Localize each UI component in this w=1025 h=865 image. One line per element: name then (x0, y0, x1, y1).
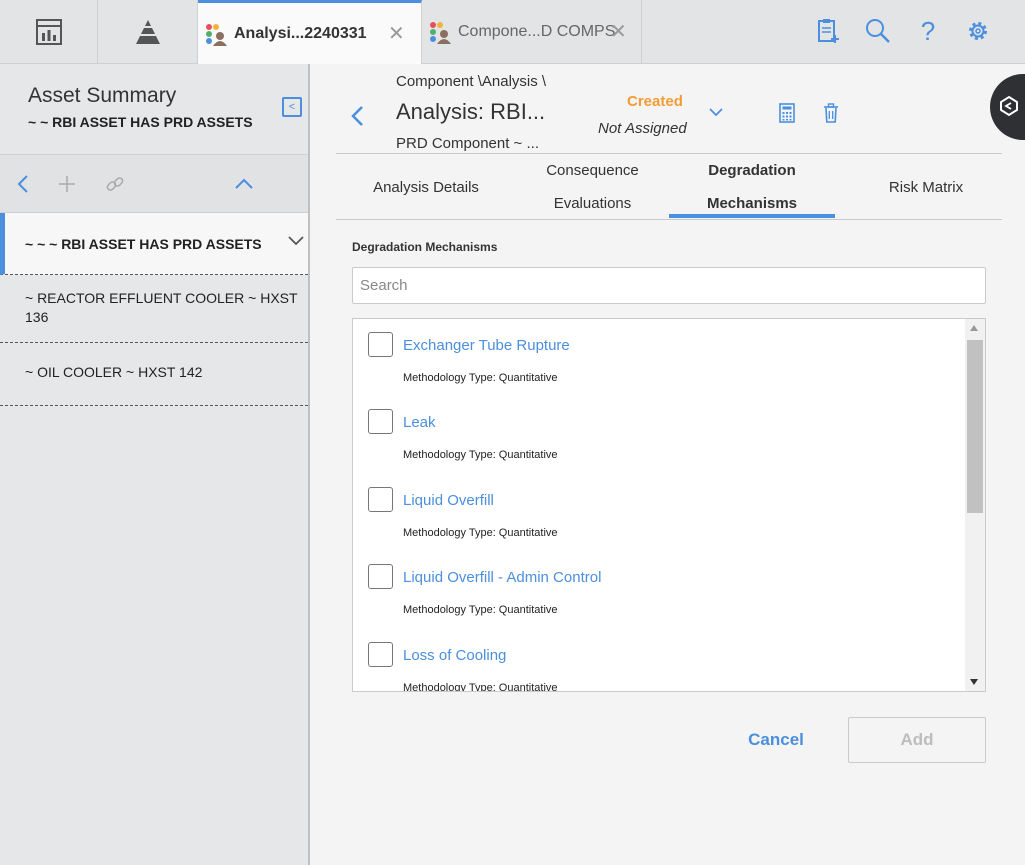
tab-analysis[interactable]: Analysi...2240331 ✕ (198, 0, 422, 64)
calculator-icon (779, 103, 795, 123)
tree-item-oil-cooler[interactable]: ~ OIL COOLER ~ HXST 142 (0, 343, 308, 406)
active-tab-indicator (669, 214, 835, 218)
plus-icon (59, 176, 75, 192)
page-title: Analysis: RBI... (396, 99, 546, 124)
checkbox[interactable] (368, 409, 393, 434)
tab-component[interactable]: Compone...D COMPS ✕ (422, 0, 642, 63)
mechanism-name-link[interactable]: Loss of Cooling (403, 647, 506, 664)
state-dropdown-button[interactable] (708, 104, 724, 122)
tree-item-label: ~ ~ ~ RBI ASSET HAS PRD ASSETS (25, 235, 262, 252)
breadcrumb: Component \Analysis \ (396, 73, 547, 90)
close-icon[interactable]: ✕ (610, 19, 627, 44)
trash-icon (824, 103, 838, 123)
link-icon (106, 177, 124, 191)
cancel-button[interactable]: Cancel (716, 717, 836, 763)
list-item: Leak Methodology Type: Quantitative (353, 396, 963, 474)
tab-analysis-details[interactable]: Analysis Details (336, 154, 516, 220)
mechanism-list: Exchanger Tube Rupture Methodology Type:… (352, 318, 986, 692)
close-icon[interactable]: ✕ (388, 21, 405, 46)
tree-link-button[interactable] (100, 169, 130, 199)
checkbox[interactable] (368, 564, 393, 589)
tab-label: Compone...D COMPS (458, 22, 616, 40)
page-subtitle: PRD Component ~ ... (396, 135, 539, 152)
asset-hierarchy-button[interactable] (98, 0, 198, 63)
analysis-tabs: Analysis Details Consequence Evaluations … (336, 154, 1002, 220)
methodology-text: Methodology Type: Quantitative (403, 372, 558, 384)
tab-label: Risk Matrix (888, 178, 964, 196)
tree-add-button[interactable] (52, 169, 82, 199)
list-item: Exchanger Tube Rupture Methodology Type:… (353, 319, 963, 397)
chevron-down-icon[interactable] (287, 235, 305, 247)
methodology-text: Methodology Type: Quantitative (403, 449, 558, 461)
checkbox[interactable] (368, 332, 393, 357)
tree-item-label: ~ OIL COOLER ~ HXST 142 (25, 364, 203, 380)
list-item: Loss of Cooling Methodology Type: Quanti… (353, 629, 963, 692)
mechanism-name-link[interactable]: Exchanger Tube Rupture (403, 337, 570, 354)
checkbox[interactable] (368, 487, 393, 512)
tab-consequence-evaluations[interactable]: Consequence Evaluations (516, 154, 669, 220)
search-button[interactable] (863, 16, 893, 46)
tab-degradation-mechanisms[interactable]: Degradation Mechanisms (669, 154, 835, 220)
settings-button[interactable] (963, 16, 993, 46)
add-button[interactable]: Add (848, 717, 986, 763)
pyramid-icon (135, 19, 160, 44)
asset-summary-subtitle: ~ ~ RBI ASSET HAS PRD ASSETS (28, 114, 253, 130)
tree-collapse-button[interactable] (229, 169, 259, 199)
asset-summary-header: Asset Summary ~ ~ RBI ASSET HAS PRD ASSE… (0, 64, 308, 155)
tab-label: Analysi...2240331 (234, 24, 367, 42)
component-tab-icon (430, 21, 451, 44)
chevron-left-icon (351, 106, 363, 126)
asset-summary-panel: Asset Summary ~ ~ RBI ASSET HAS PRD ASSE… (0, 64, 310, 865)
scroll-down-icon[interactable] (970, 679, 978, 685)
tab-label: Analysis Details (373, 178, 479, 196)
section-label: Degradation Mechanisms (352, 240, 498, 254)
scroll-up-icon[interactable] (970, 325, 978, 331)
clipboard-add-button[interactable] (813, 16, 843, 46)
gear-icon (969, 22, 987, 40)
delete-button[interactable] (820, 102, 842, 124)
search-input[interactable] (352, 267, 986, 304)
clipboard-add-icon (818, 19, 839, 43)
side-panel-toggle[interactable] (990, 74, 1025, 140)
tree-toolbar (0, 155, 308, 213)
mechanism-name-link[interactable]: Liquid Overfill - Admin Control (403, 569, 601, 586)
collapse-left-icon: < (288, 101, 296, 113)
methodology-text: Methodology Type: Quantitative (403, 527, 558, 539)
methodology-text: Methodology Type: Quantitative (403, 604, 558, 616)
state-label: Created (627, 93, 683, 110)
dashboard-icon (35, 18, 62, 45)
search-icon (866, 19, 890, 43)
assignment-label: Not Assigned (598, 120, 687, 137)
calculate-button[interactable] (776, 102, 798, 124)
main-content: Component \Analysis \ Analysis: RBI... P… (312, 64, 1025, 865)
back-button[interactable] (350, 104, 364, 133)
tab-label: Degradation (708, 162, 796, 179)
list-item: Liquid Overfill - Admin Control Methodol… (353, 551, 963, 629)
question-icon: ? (920, 15, 936, 46)
tab-risk-matrix[interactable]: Risk Matrix (835, 154, 1017, 220)
tree-item-label: ~ REACTOR EFFLUENT COOLER ~ HXST 136 (25, 290, 298, 325)
methodology-text: Methodology Type: Quantitative (403, 682, 558, 692)
tab-label: Evaluations (553, 195, 632, 212)
tree-item-reactor-cooler[interactable]: ~ REACTOR EFFLUENT COOLER ~ HXST 136 (0, 275, 308, 343)
tree-item-rbi-asset[interactable]: ~ ~ ~ RBI ASSET HAS PRD ASSETS (0, 213, 308, 275)
collapse-panel-button[interactable]: < (282, 97, 302, 117)
tree-back-button[interactable] (8, 169, 38, 199)
mechanism-name-link[interactable]: Liquid Overfill (403, 492, 494, 509)
help-button[interactable]: ? (913, 16, 943, 46)
chevron-up-icon (235, 178, 253, 189)
top-bar: Analysi...2240331 ✕ Compone...D COMPS ✕ … (0, 0, 1025, 64)
mechanism-name-link[interactable]: Leak (403, 414, 436, 431)
list-item: Liquid Overfill Methodology Type: Quanti… (353, 474, 963, 552)
tab-label: Consequence (546, 162, 639, 179)
side-panel-icon (1000, 95, 1018, 117)
chevron-down-icon (709, 108, 723, 117)
scrollbar-thumb[interactable] (967, 340, 983, 513)
dashboard-button[interactable] (0, 0, 98, 63)
checkbox[interactable] (368, 642, 393, 667)
asset-summary-title: Asset Summary (28, 84, 177, 107)
scrollbar[interactable] (965, 319, 985, 691)
analysis-tab-icon (206, 23, 227, 46)
chevron-left-icon (17, 175, 28, 193)
